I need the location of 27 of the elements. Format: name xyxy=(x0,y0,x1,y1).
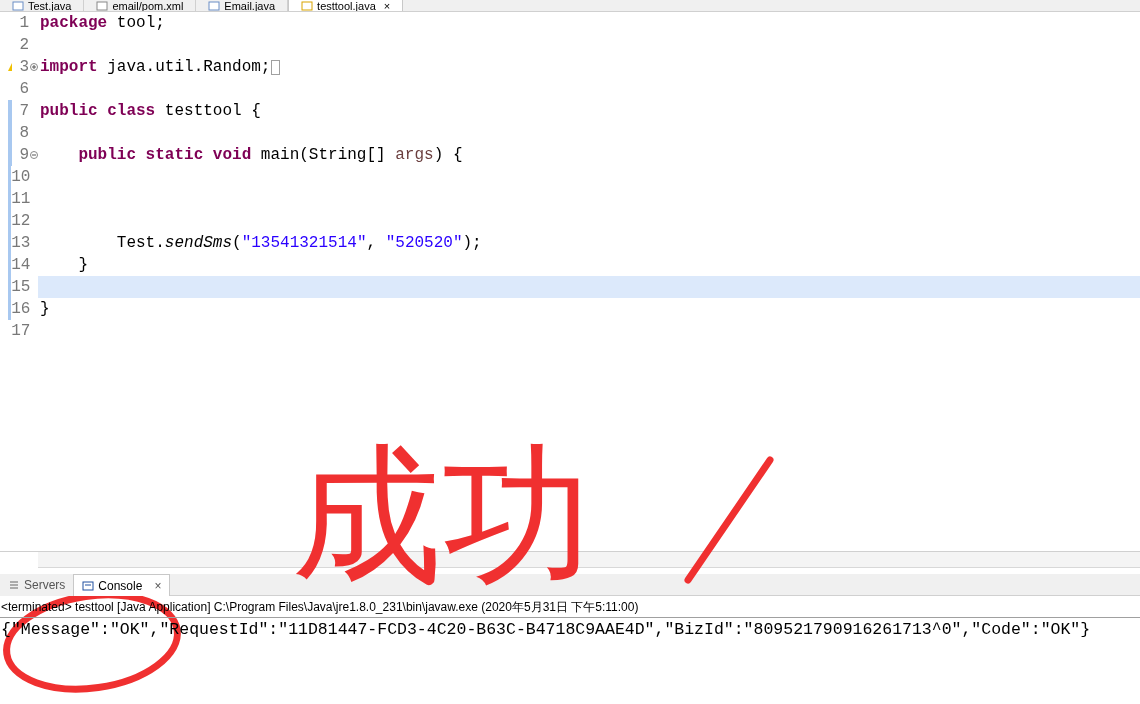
close-icon[interactable]: × xyxy=(383,1,391,11)
line-number: 12 xyxy=(11,211,32,232)
line-number: 7 xyxy=(18,101,30,122)
line-number: 2 xyxy=(18,35,30,56)
handwritten-annotation: 成功 xyxy=(292,440,592,590)
monitor-icon xyxy=(82,579,95,592)
line-number: 6 xyxy=(18,79,30,100)
folded-code-marker[interactable] xyxy=(271,59,281,75)
line-number: 9 xyxy=(18,145,30,166)
sliders-icon xyxy=(8,579,20,591)
line-number: 8 xyxy=(18,123,30,144)
line-number: 14 xyxy=(11,255,32,276)
line-number: 3 xyxy=(18,57,30,78)
line-number: 1 xyxy=(18,13,30,34)
line-number: 13 xyxy=(11,233,32,254)
line-number: 17 xyxy=(11,321,32,342)
close-icon[interactable]: × xyxy=(154,576,162,595)
file-icon xyxy=(208,1,221,11)
expand-icon[interactable] xyxy=(30,63,38,71)
collapse-icon[interactable] xyxy=(30,151,38,159)
line-number: 10 xyxy=(11,167,32,188)
line-number: 16 xyxy=(11,299,32,320)
line-number: 15 xyxy=(11,277,32,298)
file-icon xyxy=(301,1,314,11)
view-tab[interactable]: Console × xyxy=(73,574,171,596)
line-number: 11 xyxy=(11,189,32,210)
file-icon xyxy=(96,1,109,11)
